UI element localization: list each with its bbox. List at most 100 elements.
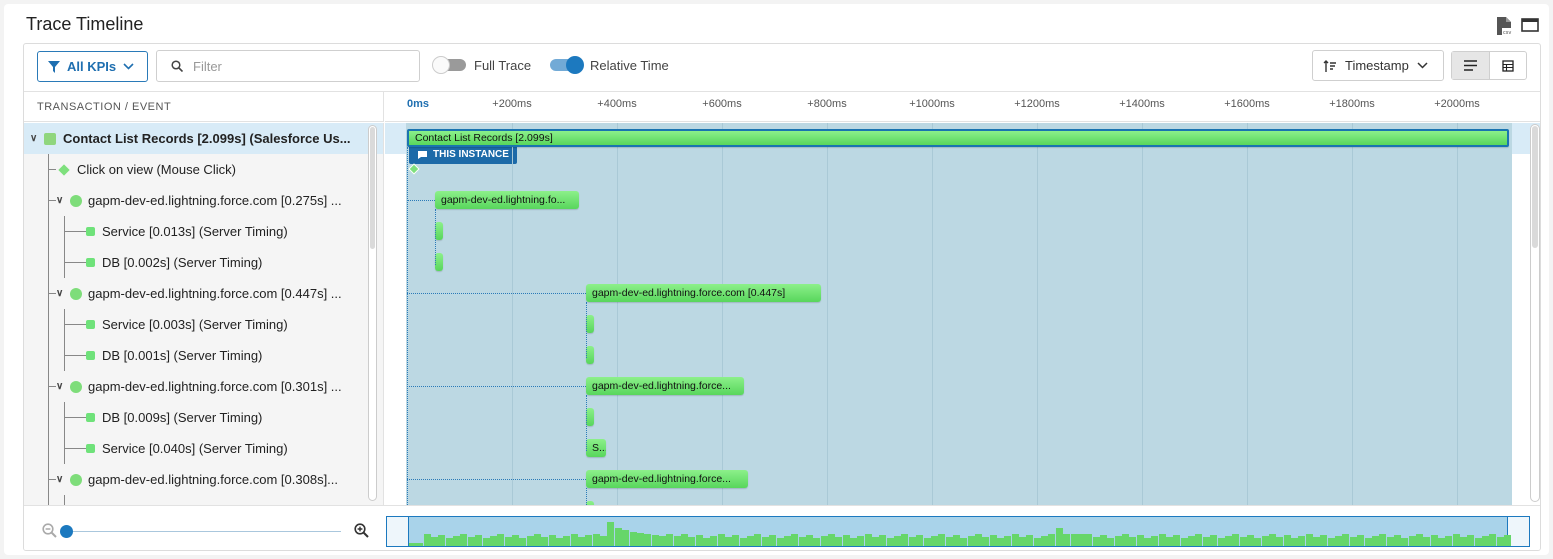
overview-bar [1107, 538, 1115, 546]
overview-bar [967, 536, 975, 546]
timeline-bar[interactable] [586, 408, 594, 426]
tree-row-label: Service [0.003s] (Server Timing) [102, 317, 288, 332]
overview-bar [916, 535, 924, 546]
kpi-label: All KPIs [67, 59, 117, 74]
chevron-down-icon[interactable]: ∨ [56, 474, 66, 485]
overview-bar [1401, 538, 1409, 546]
tree-row[interactable]: ∨ gapm-dev-ed.lightning.force.com [0.301s… [24, 371, 369, 402]
tree-row[interactable]: DB [0.001s] (Server Timing) [24, 340, 369, 371]
tree-scrollbar[interactable] [368, 125, 377, 501]
timeline-bar[interactable] [586, 315, 594, 333]
overview-bar [908, 537, 916, 546]
axis-tick: +1000ms [909, 98, 955, 110]
overview-bar [1217, 538, 1225, 546]
chevron-down-icon[interactable]: ∨ [56, 288, 66, 299]
overview-bar [644, 534, 652, 546]
overview-bar [497, 534, 505, 546]
tree-row-root[interactable]: ∨ Contact List Records [2.099s] (Salesfor… [24, 123, 383, 154]
overview-bar [1327, 538, 1335, 546]
overview-bar [556, 538, 563, 546]
overview-bar [982, 537, 990, 546]
timeline-bar[interactable] [435, 253, 443, 271]
square-icon [86, 258, 95, 267]
chart-scrollbar[interactable] [1530, 124, 1540, 502]
overview-bar [857, 536, 865, 546]
overview-bar [1232, 534, 1240, 546]
kpi-filter-button[interactable]: All KPIs [37, 51, 148, 82]
overview-bar [989, 535, 997, 546]
tree-row[interactable]: ∨ gapm-dev-ed.lightning.force.com [0.308s… [24, 464, 369, 495]
chevron-down-icon[interactable]: ∨ [56, 381, 66, 392]
timeline-bar[interactable] [435, 222, 443, 240]
zoom-slider-track[interactable] [66, 531, 341, 532]
sort-dropdown[interactable]: Timestamp [1312, 50, 1444, 81]
full-trace-switch[interactable] [432, 56, 466, 74]
window-icon[interactable] [1521, 16, 1539, 34]
overview-bar [886, 538, 894, 546]
overview-bar [739, 538, 747, 546]
tree-row[interactable]: ∨ gapm-dev-ed.lightning.force.com [0.275s… [24, 185, 369, 216]
gridline [1247, 123, 1248, 505]
relative-time-switch[interactable] [550, 56, 584, 74]
overview-bar [1026, 535, 1034, 546]
square-icon [86, 320, 95, 329]
tree-row[interactable]: Service [0.013s] (Server Timing) [24, 216, 369, 247]
overview-bar [1349, 537, 1357, 546]
overview-bar [1298, 536, 1306, 546]
tree-row[interactable]: Service [0.040s] (Server Timing) [24, 433, 369, 464]
timeline-bar[interactable]: gapm-dev-ed.lightning.force... [586, 377, 744, 395]
tree-row[interactable]: DB [0.009s] (Server Timing) [24, 402, 369, 433]
tree-row-label: gapm-dev-ed.lightning.force.com [0.275s]… [88, 193, 342, 208]
list-lines-icon [1463, 60, 1477, 71]
tree-row[interactable]: DB [0.005s] (Server Timing) [24, 495, 369, 505]
axis-tick: +2000ms [1434, 98, 1480, 110]
tree-row[interactable]: Click on view (Mouse Click) [24, 154, 369, 185]
chevron-down-icon[interactable]: ∨ [56, 195, 66, 206]
overview-bar [1239, 537, 1247, 546]
zoom-in-icon[interactable] [354, 523, 369, 543]
overview-bar [1246, 535, 1254, 546]
overview-bar [754, 534, 762, 546]
timeline-bar-root[interactable]: Contact List Records [2.099s] [407, 129, 1509, 147]
zoom-slider-knob[interactable] [60, 525, 73, 538]
overview-bar [1489, 534, 1497, 546]
relative-time-toggle[interactable]: Relative Time [550, 56, 669, 74]
csv-file-icon[interactable]: csv [1495, 16, 1513, 36]
overview-bar [1070, 534, 1078, 546]
tree-row[interactable]: DB [0.002s] (Server Timing) [24, 247, 369, 278]
axis-tick: +200ms [492, 98, 532, 110]
square-icon [86, 351, 95, 360]
overview-bar [636, 533, 644, 546]
overview-bar [1063, 534, 1071, 546]
column-header-transaction: TRANSACTION / EVENT [24, 92, 384, 122]
timeline-bar[interactable]: gapm-dev-ed.lightning.force... [586, 470, 748, 488]
zoom-out-icon[interactable] [42, 523, 57, 543]
overview-bar [673, 536, 681, 546]
timeline-view-button[interactable] [1452, 52, 1490, 79]
globe-icon [70, 380, 82, 393]
tree-row[interactable]: ∨ gapm-dev-ed.lightning.force.com [0.447s… [24, 278, 369, 309]
filter-input[interactable]: Filter [156, 50, 420, 82]
overview-bar [1364, 538, 1372, 546]
timeline-connector [586, 302, 587, 358]
timeline-bar[interactable]: gapm-dev-ed.lightning.fo... [435, 191, 579, 209]
timeline-connector [407, 386, 586, 387]
axis-tick: +1400ms [1119, 98, 1165, 110]
timeline-bar[interactable]: gapm-dev-ed.lightning.force.com [0.447s] [586, 284, 821, 302]
chevron-down-icon[interactable]: ∨ [30, 133, 40, 144]
time-axis: 0ms +200ms +400ms +600ms +800ms +1000ms +1200m… [385, 92, 1540, 122]
tree-row[interactable]: Service [0.003s] (Server Timing) [24, 309, 369, 340]
table-view-button[interactable] [1490, 52, 1527, 79]
overview-bar [1415, 534, 1423, 546]
timeline-bar[interactable] [586, 346, 594, 364]
axis-tick: +1200ms [1014, 98, 1060, 110]
timeline-bar[interactable]: S... [586, 439, 606, 457]
bubble-icon [418, 150, 427, 159]
overview-bar [1438, 538, 1445, 546]
gridline [722, 123, 723, 505]
timeline-overview[interactable] [386, 516, 1530, 547]
overview-bar [820, 536, 828, 546]
overview-bar [1210, 535, 1218, 546]
full-trace-toggle[interactable]: Full Trace [432, 56, 531, 74]
globe-icon [70, 194, 82, 207]
